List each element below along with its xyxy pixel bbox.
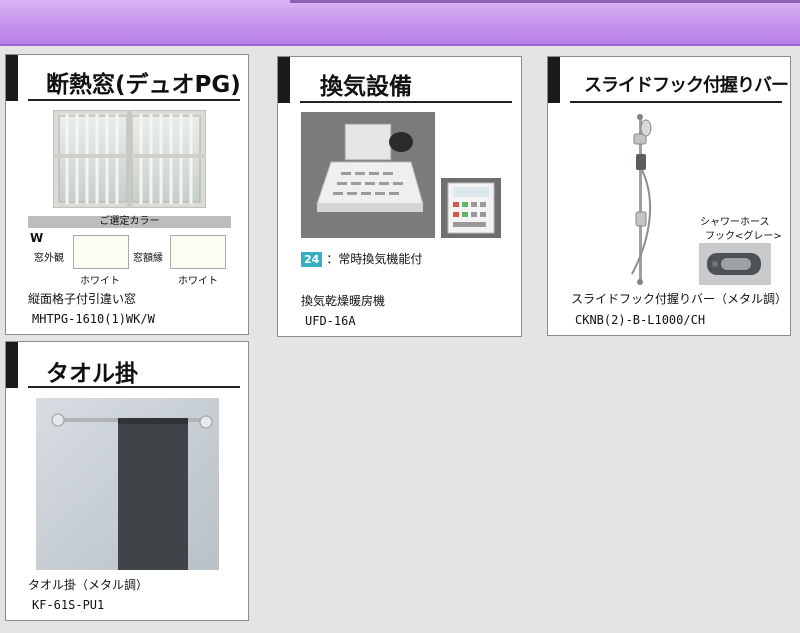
24h-ventilation-badge: 24	[301, 252, 323, 267]
frame-swatch	[170, 235, 226, 269]
window-card: 断熱窓(デュオPG) ご選定カラー W 窓外観 ホワイト 窓額縁 ホワイト 縦面…	[5, 54, 249, 335]
header-band	[0, 0, 800, 46]
title-tab	[6, 342, 18, 388]
color-selection-header: ご選定カラー	[28, 216, 231, 228]
frame-color: ホワイト	[178, 276, 218, 287]
towel-card: タオル掛 タオル掛（メタル調） KF-61S-PU1	[5, 341, 249, 621]
product-name: タオル掛（メタル調）	[28, 578, 149, 592]
product-name: 換気乾燥暖房機	[301, 294, 386, 308]
hook-label: フック<グレー>	[705, 231, 782, 242]
product-name: スライドフック付握りバー（メタル調）	[571, 292, 788, 306]
card-title: スライドフック付握りバー	[584, 75, 789, 96]
control-panel-image	[441, 178, 501, 238]
title-tab	[6, 55, 18, 101]
towel-rack-image	[36, 398, 219, 570]
card-title: 換気設備	[320, 74, 412, 100]
header-band-bottom-line	[0, 44, 800, 46]
product-code: KF-61S-PU1	[32, 598, 105, 612]
card-title: タオル掛	[46, 361, 138, 387]
feature-text: ：常時換気機能付	[326, 252, 423, 266]
product-code: MHTPG-1610(1)WK/W	[32, 312, 155, 326]
window-image	[53, 110, 206, 208]
title-rule	[28, 386, 240, 388]
hose-label: シャワーホース	[700, 217, 770, 228]
header-band-line	[290, 0, 800, 3]
outer-frame-swatch	[73, 235, 129, 269]
product-code: UFD-16A	[305, 314, 356, 328]
title-rule	[300, 101, 512, 103]
product-code: CKNB(2)-B-L1000/CH	[575, 313, 706, 327]
w-mark: W	[30, 231, 44, 245]
title-tab	[278, 57, 290, 103]
slide-bar-card: スライドフック付握りバー シャワーホース フック<グレー> スライドフック付握り…	[547, 56, 791, 336]
product-name: 縦面格子付引違い窓	[28, 292, 137, 306]
shower-bar-image	[631, 114, 652, 285]
ventilation-card: 換気設備 24 ：常時換気機能付 換気乾燥暖房機 UFD-16A	[277, 56, 522, 337]
outer-frame-color: ホワイト	[80, 276, 120, 287]
feature-line: 24 ：常時換気機能付	[301, 250, 422, 267]
frame-label: 窓額縁	[133, 253, 163, 264]
title-tab	[548, 57, 560, 103]
hose-hook-image	[699, 243, 771, 285]
title-rule	[570, 101, 782, 103]
outer-frame-label: 窓外観	[34, 253, 64, 264]
title-rule	[28, 99, 240, 101]
ventilation-unit-image	[301, 112, 435, 238]
card-title: 断熱窓(デュオPG)	[46, 72, 241, 98]
